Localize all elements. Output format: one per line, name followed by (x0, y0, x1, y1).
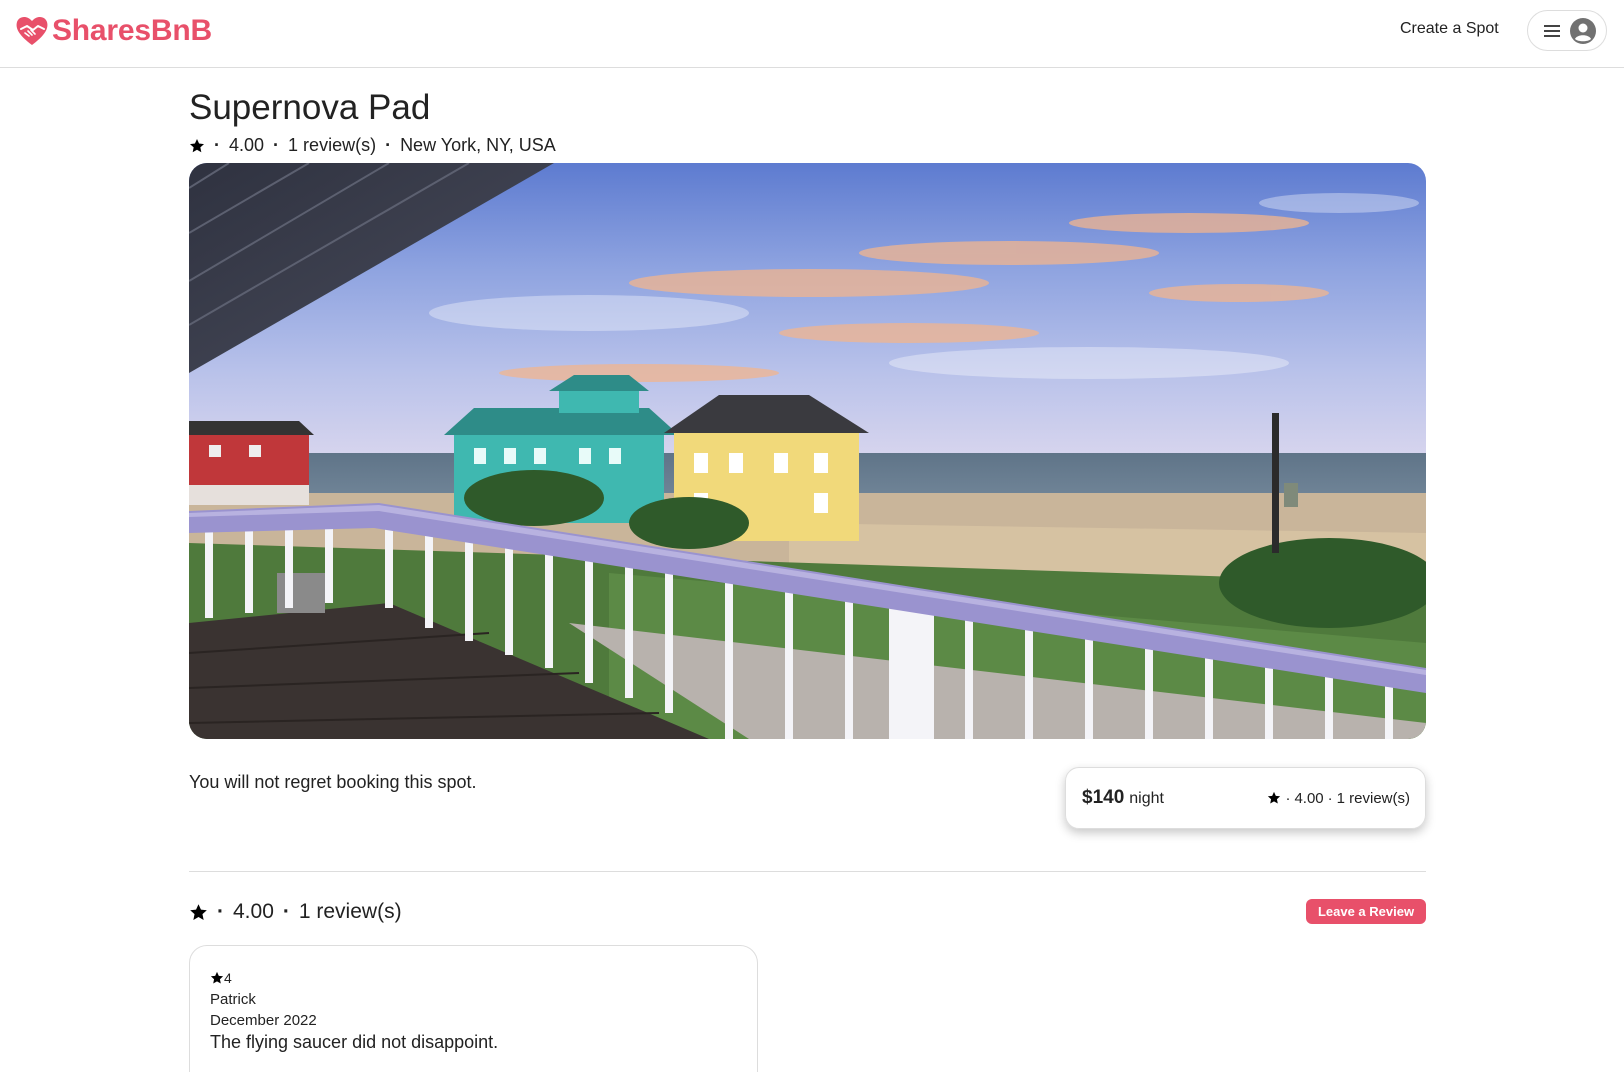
price-info: $140 night (1082, 787, 1164, 809)
price-card-rating: · 4.00 · 1 review(s) (1267, 790, 1410, 807)
reviews-count: 1 review(s) (298, 900, 402, 923)
spot-rating: 4.00 (229, 135, 265, 155)
separator-dot: · (1285, 789, 1291, 807)
review-text: The flying saucer did not disappoint. (210, 1032, 499, 1052)
star-icon (1268, 791, 1281, 804)
spot-image (189, 163, 1426, 739)
reviews-rating: 4.00 (233, 900, 274, 923)
price-card-review-count: 1 review(s) (1336, 789, 1410, 807)
price-card-rating-value: 4.00 (1294, 789, 1324, 807)
top-navbar: SharesBnB Create a Spot (0, 0, 1624, 68)
price-unit: night (1129, 790, 1164, 807)
separator-dot: · (214, 135, 220, 155)
reviews-summary: · 4.00 · 1 review(s) (189, 900, 402, 924)
review-date: December 2022 (210, 1012, 317, 1029)
star-icon (190, 903, 207, 920)
review-author: Patrick (210, 991, 256, 1008)
separator-dot: · (217, 900, 224, 923)
beach-balcony-photo (189, 163, 1426, 739)
review-star-count: 4 (224, 970, 232, 986)
price-value: $140 (1082, 787, 1125, 808)
create-spot-link[interactable]: Create a Spot (1400, 20, 1499, 38)
separator-dot: · (282, 900, 290, 923)
star-icon (210, 971, 224, 984)
spot-subtitle: · 4.00 · 1 review(s) · New York, NY, USA (189, 135, 556, 156)
separator-dot: · (385, 135, 392, 155)
leave-review-button[interactable]: Leave a Review (1306, 899, 1426, 924)
star-icon (190, 138, 204, 152)
hamburger-menu-icon (1544, 24, 1560, 37)
section-divider (189, 871, 1426, 872)
spot-title: Supernova Pad (189, 88, 431, 127)
profile-menu-button[interactable] (1527, 10, 1607, 51)
price-card: $140 night · 4.00 · 1 review(s) (1065, 767, 1426, 829)
spot-review-count: 1 review(s) (288, 135, 377, 155)
review-stars: 4 (210, 970, 737, 986)
separator-dot: · (273, 135, 280, 155)
heart-handshake-icon (16, 16, 48, 45)
user-circle-icon (1570, 17, 1596, 44)
review-card: 4 Patrick December 2022 The flying sauce… (189, 945, 758, 1072)
logo-text: SharesBnB (52, 14, 212, 47)
home-logo-link[interactable]: SharesBnB (14, 13, 212, 49)
spot-location: New York, NY, USA (400, 135, 556, 155)
spot-description: You will not regret booking this spot. (189, 772, 477, 792)
separator-dot: · (1327, 789, 1333, 807)
